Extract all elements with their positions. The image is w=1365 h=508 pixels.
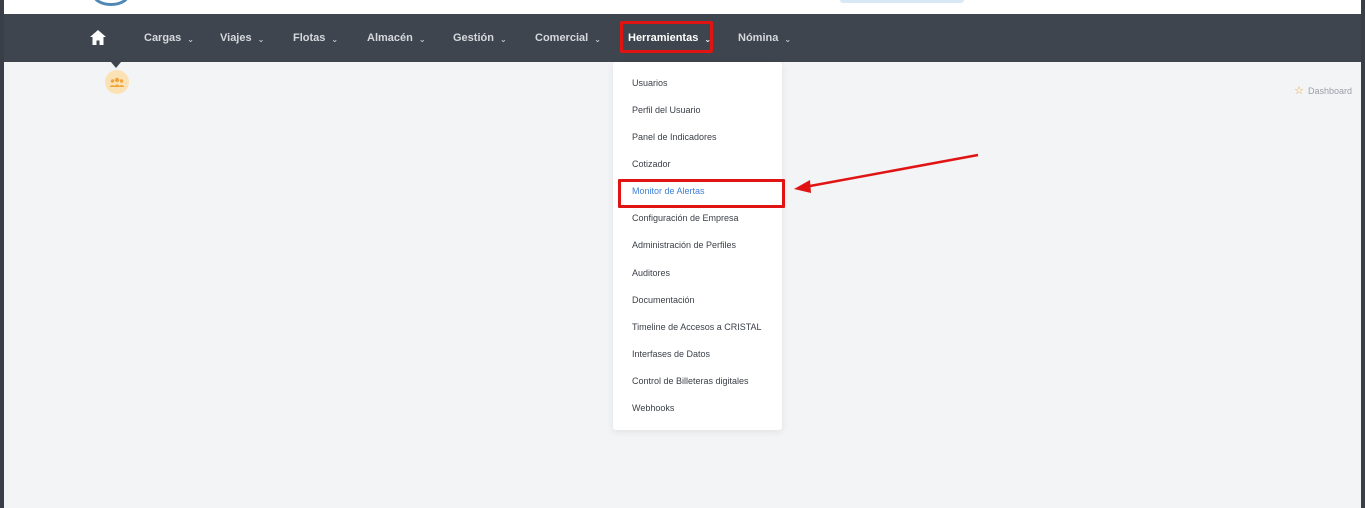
chevron-down-icon: ⌄ <box>704 34 712 44</box>
star-icon: ☆ <box>1294 85 1304 97</box>
top-header <box>4 0 1361 14</box>
breadcrumb: ☆ Dashboard <box>1294 84 1352 97</box>
nav-pointer <box>111 62 121 68</box>
nav-label: Nómina <box>738 32 779 44</box>
menu-item-documentacion[interactable]: Documentación <box>632 295 695 305</box>
nav-comercial[interactable]: Comercial ⌄ <box>535 14 601 62</box>
menu-item-timeline-accesos[interactable]: Timeline de Accesos a CRISTAL <box>632 322 762 332</box>
menu-item-configuracion-empresa[interactable]: Configuración de Empresa <box>632 213 739 223</box>
chevron-down-icon: ⌄ <box>418 34 426 44</box>
nav-label: Comercial <box>535 32 589 44</box>
user-avatar[interactable] <box>105 70 129 94</box>
menu-item-perfil-usuario[interactable]: Perfil del Usuario <box>632 105 701 115</box>
main-navbar: Cargas ⌄ Viajes ⌄ Flotas ⌄ Almacén ⌄ Ges… <box>4 14 1361 62</box>
menu-item-monitor-alertas[interactable]: Monitor de Alertas <box>632 186 705 196</box>
chevron-down-icon: ⌄ <box>594 34 601 44</box>
menu-item-auditores[interactable]: Auditores <box>632 268 670 278</box>
home-icon <box>90 30 106 45</box>
nav-cargas[interactable]: Cargas ⌄ <box>144 14 194 62</box>
header-widget <box>840 0 964 3</box>
menu-item-billeteras-digitales[interactable]: Control de Billeteras digitales <box>632 376 749 386</box>
nav-flotas[interactable]: Flotas ⌄ <box>293 14 338 62</box>
breadcrumb-dashboard[interactable]: Dashboard <box>1308 86 1352 96</box>
menu-item-administracion-perfiles[interactable]: Administración de Perfiles <box>632 240 736 250</box>
herramientas-dropdown: Usuarios Perfil del Usuario Panel de Ind… <box>613 62 785 430</box>
nav-viajes[interactable]: Viajes ⌄ <box>220 14 264 62</box>
logo[interactable] <box>92 0 130 6</box>
menu-item-usuarios[interactable]: Usuarios <box>632 78 668 88</box>
chevron-down-icon: ⌄ <box>187 34 194 44</box>
nav-nomina[interactable]: Nómina ⌄ <box>738 14 791 62</box>
nav-label: Herramientas <box>628 32 699 44</box>
nav-label: Gestión <box>453 32 494 44</box>
nav-label: Cargas <box>144 32 182 44</box>
menu-item-webhooks[interactable]: Webhooks <box>632 403 674 413</box>
user-group-icon <box>109 77 125 87</box>
home-button[interactable] <box>88 28 108 48</box>
chevron-down-icon: ⌄ <box>331 34 339 44</box>
nav-gestion[interactable]: Gestión ⌄ <box>453 14 507 62</box>
nav-almacen[interactable]: Almacén ⌄ <box>367 14 426 62</box>
menu-item-panel-indicadores[interactable]: Panel de Indicadores <box>632 132 717 142</box>
nav-herramientas[interactable]: Herramientas ⌄ <box>628 14 711 62</box>
chevron-down-icon: ⌄ <box>499 34 507 44</box>
menu-item-cotizador[interactable]: Cotizador <box>632 159 671 169</box>
nav-label: Flotas <box>293 32 326 44</box>
nav-label: Viajes <box>220 32 252 44</box>
menu-item-interfases-datos[interactable]: Interfases de Datos <box>632 349 710 359</box>
chevron-down-icon: ⌄ <box>257 34 265 44</box>
app-frame: Cargas ⌄ Viajes ⌄ Flotas ⌄ Almacén ⌄ Ges… <box>4 0 1361 508</box>
nav-label: Almacén <box>367 32 413 44</box>
chevron-down-icon: ⌄ <box>784 34 792 44</box>
